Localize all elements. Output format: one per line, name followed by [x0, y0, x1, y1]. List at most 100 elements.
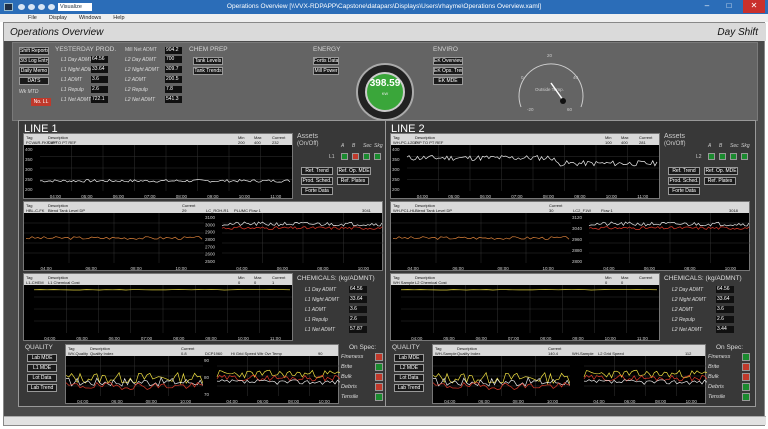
x-tick-label: 07:00 — [141, 336, 153, 341]
l2-prod-label: L2 ADMT — [125, 77, 146, 83]
x-tick-label: 05:00 — [448, 194, 460, 199]
menu-windows[interactable]: Windows — [79, 15, 101, 22]
menu-help[interactable]: Help — [113, 15, 124, 22]
process-trend-chart[interactable]: Tag Description WH-PC-L2DP DIP TO PT REF Min… — [390, 133, 660, 199]
outside-temp-dial: -20 0 20 40 60 Outside Temp. — [518, 53, 584, 112]
asset-action-button[interactable]: Ref. Plates — [704, 177, 736, 185]
asset-toggle[interactable] — [708, 153, 715, 160]
quality-action-button[interactable]: Lot Data — [394, 374, 424, 382]
asset-toggle[interactable] — [341, 153, 348, 160]
dats-button[interactable]: DATS — [19, 77, 49, 85]
close-button[interactable]: ✕ — [743, 0, 765, 13]
asset-toggle[interactable] — [363, 153, 370, 160]
asset-action-button[interactable]: Ref. Trend — [301, 167, 333, 175]
ek-ops-trend-button[interactable]: EK Ops. Trend — [433, 67, 463, 75]
asset-action-button[interactable]: Prod. Sched. — [301, 177, 333, 185]
quality-action-button[interactable]: Lab Trend — [27, 384, 57, 392]
y-tick-label: 2960 — [572, 237, 583, 242]
chemical-value: 33.64 — [716, 296, 734, 303]
on-spec-header: On Spec: — [716, 344, 744, 351]
y-tick-label: 2800 — [205, 237, 216, 242]
on-spec-indicator — [742, 363, 750, 371]
x-tick-label: 06:00 — [480, 194, 492, 199]
quality-trend-chart[interactable]: Tag Description WV-Quality Quality Index Cur… — [65, 344, 340, 404]
l1-prod-label: L1 ADMT — [61, 77, 82, 83]
forward-icon[interactable] — [38, 4, 45, 10]
chemical-label: L2 Repulp — [672, 317, 695, 323]
y-tick-label: 2500 — [205, 259, 216, 264]
quality-action-button[interactable]: Lot Data — [27, 374, 57, 382]
daily-memo-button[interactable]: Daily Memo — [19, 67, 49, 75]
x-tick-label: 04:00 — [41, 266, 53, 271]
minimize-button[interactable]: – — [696, 0, 718, 13]
menu-file[interactable]: File — [28, 15, 37, 22]
x-tick-label: 06:00 — [453, 266, 465, 271]
x-tick-label: 08:00 — [146, 399, 158, 404]
operations-display: Operations Overview Day Shift Shift Repo… — [3, 22, 766, 426]
x-tick-label: 08:00 — [498, 266, 510, 271]
on-spec-label: Debris — [708, 384, 724, 390]
tank-trends-button[interactable]: Tank Trends — [193, 67, 223, 75]
tank-levels-button[interactable]: Tank Levels — [193, 57, 223, 65]
temp-dial-hub — [560, 98, 566, 104]
asset-action-button[interactable]: Forte Data — [668, 187, 700, 195]
asset-action-button[interactable]: Ref. Trend — [668, 167, 700, 175]
quality-action-button[interactable]: L1 MDE — [27, 364, 57, 372]
mill-power-button[interactable]: Mill Power — [313, 67, 339, 75]
asset-action-button[interactable]: Ref. Plates — [337, 177, 369, 185]
y-tick-label: 250 — [25, 177, 33, 182]
menu-display[interactable]: Display — [49, 15, 67, 22]
x-tick-label: 04:00 — [226, 399, 238, 404]
y-tick-label: 350 — [25, 157, 33, 162]
asset-toggle[interactable] — [719, 153, 726, 160]
chemical-value: 33.64 — [349, 296, 367, 303]
save-icon[interactable] — [18, 4, 25, 10]
y-tick-label: 2600 — [205, 252, 216, 257]
line-2-panel: LINE 2 Tag Description WH-PC-L2DP DIP TO PT … — [385, 120, 756, 407]
on-spec-label: Brite — [708, 364, 720, 370]
chemical-value: 3.6 — [349, 306, 367, 313]
asset-action-button[interactable]: Ref. Op. MDE — [337, 167, 371, 175]
chemical-label: L2 Net ADMT — [672, 327, 703, 333]
asset-action-button[interactable]: Prod. Sched. — [668, 177, 700, 185]
x-tick-label: 05:00 — [81, 194, 93, 199]
quick-select-dropdown[interactable]: Visualize — [58, 3, 92, 11]
on-spec-label: Tensile — [341, 394, 359, 400]
quality-action-button[interactable]: L2 MDE — [394, 364, 424, 372]
x-tick-label: 05:00 — [443, 336, 455, 341]
asset-toggle[interactable] — [730, 153, 737, 160]
quality-action-button[interactable]: Lab MDE — [394, 354, 424, 362]
horizontal-scrollbar[interactable] — [4, 416, 766, 425]
asset-action-button[interactable]: Forte Data — [301, 187, 333, 195]
process-trend-chart[interactable]: Tag Description FCVAIR-FKF-VIP DIP TO PT RE… — [23, 133, 293, 199]
quality-trend-chart[interactable]: Tag Description WH-Sample Quality Index Curr… — [432, 344, 707, 404]
asset-toggle[interactable] — [374, 153, 381, 160]
chemical-cost-chart[interactable]: Tag Description L1-CHEM L1 Chemical Cost Min… — [23, 273, 293, 341]
dual-trend-chart[interactable]: Tag Description WH-PC1-HL Blend Tank Level … — [390, 201, 751, 271]
asset-toggle[interactable] — [352, 153, 359, 160]
x-tick-label: 06:00 — [624, 399, 636, 404]
asset-toggle[interactable] — [741, 153, 748, 160]
shift-reports-button[interactable]: Shift Reports — [19, 47, 49, 55]
x-tick-label: 10:00 — [543, 266, 555, 271]
x-tick-label: 04:00 — [236, 266, 248, 271]
ek-mde-button[interactable]: EK MDE — [433, 77, 463, 85]
quality-action-button[interactable]: Lab MDE — [27, 354, 57, 362]
chart-header: Tag Description FCVAIR-FKF-VIP DIP TO PT RE… — [24, 134, 292, 145]
chemical-cost-chart[interactable]: Tag Description WH Sample L2 Chemical Cost M… — [390, 273, 660, 341]
l2-prod-value: 700 — [165, 56, 182, 63]
asset-column-label: A — [708, 143, 712, 149]
asset-column-label: Skg — [374, 143, 383, 149]
l1-prod-value: 33.64 — [91, 66, 108, 73]
refresh-icon[interactable] — [48, 4, 55, 10]
fortis-data-button[interactable]: Fortis Data — [313, 57, 339, 65]
maximize-button[interactable]: □ — [718, 0, 740, 13]
back-icon[interactable] — [28, 4, 35, 10]
quality-action-button[interactable]: Lab Trend — [394, 384, 424, 392]
l2-prod-value: 541.3 — [165, 96, 182, 103]
quality-index-plot: 04:00 06:00 08:00 10:00 — [66, 356, 203, 404]
asset-action-button[interactable]: Ref. Op. MDE — [704, 167, 738, 175]
log-entry-button[interactable]: 3/3 Log Entry — [19, 57, 49, 65]
ek-overview-button[interactable]: EK Overview — [433, 57, 463, 65]
dual-trend-chart[interactable]: Tag Description HBL-C-FK Blend Tank Level D… — [23, 201, 384, 271]
